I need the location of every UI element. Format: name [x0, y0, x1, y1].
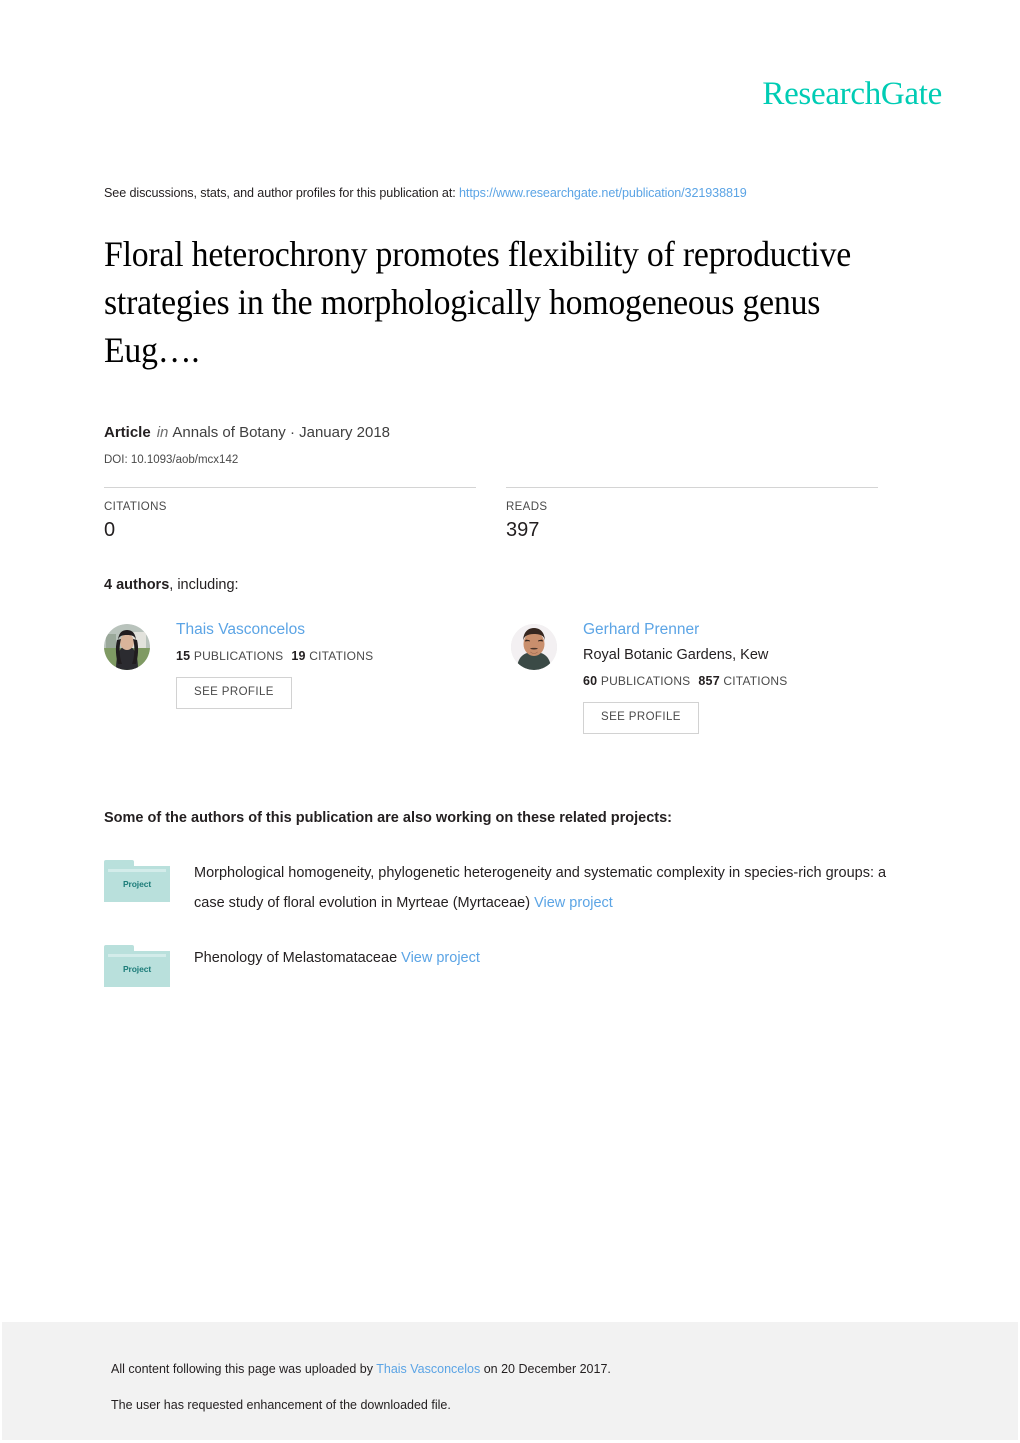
stat-label-citations: CITATIONS: [104, 501, 167, 513]
stats-row: CITATIONS 0 READS 397: [104, 487, 916, 542]
publications-count: 15: [176, 649, 191, 663]
footer-uploader-link[interactable]: Thais Vasconcelos: [376, 1362, 480, 1376]
publication-url-link[interactable]: https://www.researchgate.net/publication…: [459, 186, 747, 200]
project-description: Phenology of Melastomataceae View projec…: [170, 943, 480, 973]
article-type-label: Article: [104, 424, 151, 441]
discussion-line: See discussions, stats, and author profi…: [104, 186, 747, 200]
footer-upload-suffix: on 20 December 2017.: [483, 1362, 611, 1376]
see-profile-button[interactable]: SEE PROFILE: [176, 677, 292, 709]
divider: [104, 487, 476, 488]
project-item-1: Project Morphological homogeneity, phylo…: [104, 858, 916, 918]
stat-citations: CITATIONS 0: [104, 487, 476, 542]
citations-label: CITATIONS: [309, 649, 374, 663]
author-body: Gerhard Prenner Royal Botanic Gardens, K…: [557, 620, 787, 734]
author-name-link[interactable]: Gerhard Prenner: [583, 620, 787, 640]
page-title: Floral heterochrony promotes flexibility…: [104, 234, 852, 370]
publications-count: 60: [583, 674, 598, 688]
stat-reads: READS 397: [506, 487, 878, 542]
authors-suffix: , including:: [169, 577, 239, 593]
discussion-prefix-text: See discussions, stats, and author profi…: [104, 186, 456, 200]
folder-label: Project: [122, 964, 152, 974]
folder-label: Project: [122, 879, 152, 889]
article-venue-date: Annals of Botany · January 2018: [172, 424, 391, 441]
stat-value-citations: 0: [104, 519, 116, 541]
avatar: [104, 624, 150, 670]
footer-enhancement-note: The user has requested enhancement of th…: [111, 1398, 451, 1412]
project-description-text: Phenology of Melastomataceae: [194, 950, 398, 966]
author-metrics: 15 PUBLICATIONS 19 CITATIONS: [176, 649, 373, 663]
authors-count: 4 authors: [104, 577, 170, 593]
project-folder-icon: Project: [104, 860, 170, 902]
footer-band: All content following this page was uplo…: [2, 1322, 1018, 1440]
author-card-2: Gerhard Prenner Royal Botanic Gardens, K…: [509, 620, 916, 734]
view-project-link[interactable]: View project: [534, 895, 613, 911]
stat-value-reads: 397: [506, 519, 540, 541]
publications-label: PUBLICATIONS: [193, 649, 284, 663]
author-institution: Royal Botanic Gardens, Kew: [583, 647, 769, 663]
view-project-link[interactable]: View project: [401, 950, 480, 966]
doi-text: DOI: 10.1093/aob/mcx142: [104, 454, 239, 466]
article-in-word: in: [156, 424, 169, 441]
project-folder-icon: Project: [104, 945, 170, 987]
project-item-2: Project Phenology of Melastomataceae Vie…: [104, 943, 916, 987]
citations-count: 19: [291, 649, 306, 663]
see-profile-button[interactable]: SEE PROFILE: [583, 702, 699, 734]
folder-stripe: [108, 869, 166, 872]
author-card-1: Thais Vasconcelos 15 PUBLICATIONS 19 CITA…: [104, 620, 509, 734]
article-meta: Article in Annals of Botany · January 2018: [104, 424, 390, 441]
author-name-link[interactable]: Thais Vasconcelos: [176, 620, 373, 640]
projects-heading: Some of the authors of this publication …: [104, 810, 673, 826]
project-description: Morphological homogeneity, phylogenetic …: [170, 858, 916, 918]
stat-label-reads: READS: [506, 501, 548, 513]
author-body: Thais Vasconcelos 15 PUBLICATIONS 19 CITA…: [150, 620, 373, 709]
publications-label: PUBLICATIONS: [600, 674, 691, 688]
footer-upload-prefix: All content following this page was uplo…: [111, 1362, 373, 1376]
divider: [506, 487, 878, 488]
researchgate-logo: ResearchGate: [762, 76, 942, 112]
avatar: [511, 624, 557, 670]
author-metrics: 60 PUBLICATIONS 857 CITATIONS: [583, 674, 787, 688]
citations-label: CITATIONS: [723, 674, 788, 688]
citations-count: 857: [698, 674, 720, 688]
folder-stripe: [108, 954, 166, 957]
footer-upload-line: All content following this page was uplo…: [111, 1362, 611, 1376]
authors-grid: Thais Vasconcelos 15 PUBLICATIONS 19 CITA…: [104, 620, 916, 734]
authors-heading: 4 authors, including:: [104, 577, 239, 593]
